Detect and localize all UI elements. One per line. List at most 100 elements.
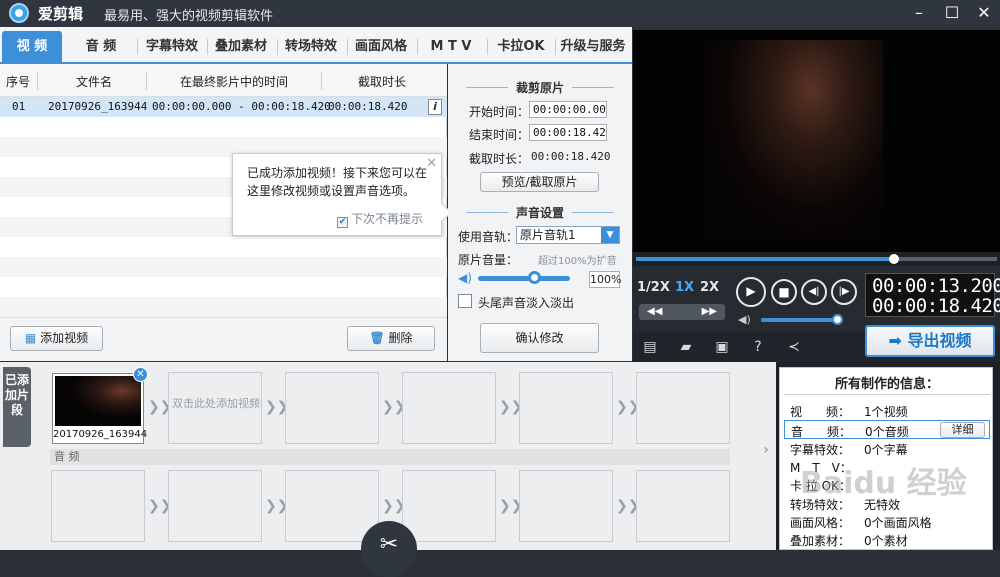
speed-half-button[interactable]: 1/2X xyxy=(637,280,670,295)
remove-clip-icon[interactable]: ✕ xyxy=(133,367,148,382)
player-volume-handle[interactable] xyxy=(832,314,843,325)
minimize-button[interactable]: – xyxy=(905,2,933,24)
volume-percent-input[interactable]: 100% xyxy=(589,271,621,288)
header-filename: 文件名 xyxy=(76,75,113,89)
export-video-button[interactable]: ➡ 导出视频 xyxy=(865,325,995,357)
row-filename: 20170926_163944 xyxy=(48,100,148,113)
arrow-right-icon: ❯❯ xyxy=(616,399,640,415)
empty-slot[interactable] xyxy=(636,372,730,444)
preview-clip-button[interactable]: 预览/截取原片 xyxy=(480,172,599,192)
volume-label: 原片音量： xyxy=(458,253,519,267)
collapse-panel-icon[interactable]: › xyxy=(759,442,773,470)
fast-forward-icon: ▶▶ xyxy=(701,306,717,317)
audio-track-header: 音 频 xyxy=(50,449,730,465)
add-video-button[interactable]: ▦ 添加视频 xyxy=(10,326,103,351)
arrow-right-icon: ❯❯ xyxy=(148,498,172,514)
tab-picture-style[interactable]: 画面风格 xyxy=(349,31,413,62)
speed-normal-button[interactable]: 1X xyxy=(675,280,694,295)
timeline-clip[interactable]: 20170926_163944 xyxy=(52,373,148,444)
track-label: 使用音轨： xyxy=(458,230,519,244)
tab-upgrade-service[interactable]: 升级与服务 xyxy=(557,31,629,62)
maximize-button[interactable]: ☐ xyxy=(938,2,966,24)
scissors-icon[interactable]: ✂ xyxy=(361,521,417,577)
row-time-range: 00:00:00.000 - 00:00:18.420 xyxy=(152,100,331,113)
info-key: 叠加素材： xyxy=(790,534,851,548)
end-time-input[interactable] xyxy=(529,124,607,141)
info-key: 视 频： xyxy=(790,405,851,419)
audio-slot[interactable] xyxy=(402,470,496,542)
player-volume-slider[interactable] xyxy=(761,318,837,322)
table-row xyxy=(0,297,447,317)
speed-double-button[interactable]: 2X xyxy=(700,280,719,295)
audio-slot[interactable] xyxy=(285,470,379,542)
sound-section-title: 声音设置 xyxy=(448,204,632,221)
share-icon[interactable]: ≺ xyxy=(785,338,803,356)
player-volume-icon: ◀) xyxy=(738,313,751,326)
film-add-icon: ▦ xyxy=(24,331,37,345)
tab-mtv[interactable]: M T V xyxy=(419,31,483,62)
duration-value: 00:00:18.420 xyxy=(531,150,611,163)
video-preview[interactable] xyxy=(633,30,1000,252)
info-title: 所有制作的信息： xyxy=(834,377,939,392)
fade-label: 头尾声音淡入淡出 xyxy=(478,296,575,310)
trash-icon: 🗑 xyxy=(369,331,385,345)
confirm-changes-button[interactable]: 确认修改 xyxy=(480,323,599,353)
new-project-icon[interactable]: ▤ xyxy=(641,338,659,356)
empty-slot[interactable] xyxy=(285,372,379,444)
arrow-right-icon: ❯❯ xyxy=(382,498,406,514)
table-row[interactable]: 01 20170926_163944 00:00:00.000 - 00:00:… xyxy=(0,97,447,117)
delete-button[interactable]: 🗑 删除 xyxy=(347,326,435,351)
info-value: 0个素材 xyxy=(864,534,908,548)
added-clips-tab[interactable]: 已添加片段 xyxy=(3,367,31,447)
empty-slot[interactable] xyxy=(402,372,496,444)
tab-subtitle-effects[interactable]: 字幕特效 xyxy=(140,31,204,62)
add-video-label: 添加视频 xyxy=(40,331,89,345)
audio-slot[interactable] xyxy=(519,470,613,542)
help-icon[interactable]: ? xyxy=(749,338,767,356)
title-bar: 爱剪辑 最易用、强大的视频剪辑软件 – ☐ ✕ xyxy=(0,0,1000,27)
arrow-right-icon: ❯❯ xyxy=(499,399,523,415)
audio-detail-button[interactable]: 详细 xyxy=(940,422,985,438)
tab-video[interactable]: 视 频 xyxy=(2,31,62,62)
jog-slider[interactable]: ◀◀ ▶▶ xyxy=(639,304,725,320)
seek-progress xyxy=(636,257,894,261)
volume-slider-handle[interactable] xyxy=(528,271,541,284)
seek-handle[interactable] xyxy=(889,254,899,264)
stop-button[interactable]: ■ xyxy=(771,279,797,305)
info-row-overlay: 叠加素材： 0个素材 xyxy=(784,530,990,549)
production-info-panel: 所有制作的信息： 视 频： 1个视频 音 频： 0个音频 详细 字幕特效： 0个字幕 … xyxy=(776,362,1000,550)
tab-overlay[interactable]: 叠加素材 xyxy=(209,31,273,62)
audio-slot[interactable] xyxy=(636,470,730,542)
arrow-right-icon: ❯❯ xyxy=(148,399,172,415)
table-row xyxy=(0,237,447,257)
info-row-audio: 音 频： 0个音频 详细 xyxy=(784,420,990,439)
audio-track-select[interactable]: 原片音轨1 ▼ xyxy=(516,226,620,244)
speaker-icon: ◀) xyxy=(458,271,472,285)
export-label: 导出视频 xyxy=(907,331,972,350)
next-frame-button[interactable]: |▶ xyxy=(831,279,857,305)
seek-bar[interactable] xyxy=(633,252,1000,266)
fade-checkbox[interactable] xyxy=(458,294,472,308)
play-button[interactable]: ▶ xyxy=(736,277,766,307)
dont-show-again-checkbox[interactable]: ✔ 下次不再提示 xyxy=(337,210,423,228)
duration-label: 截取时长： xyxy=(469,152,530,166)
tab-audio[interactable]: 音 频 xyxy=(72,31,130,62)
start-time-input[interactable] xyxy=(529,101,607,118)
close-button[interactable]: ✕ xyxy=(970,2,998,24)
info-icon[interactable]: i xyxy=(428,99,442,115)
previous-frame-button[interactable]: ◀| xyxy=(801,279,827,305)
volume-slider[interactable] xyxy=(478,276,570,281)
tab-transitions[interactable]: 转场特效 xyxy=(279,31,343,62)
total-time: 00:00:18.420 xyxy=(872,295,1000,317)
open-folder-icon[interactable]: ▰ xyxy=(677,338,695,356)
audio-slot[interactable] xyxy=(51,470,145,542)
empty-slot[interactable] xyxy=(519,372,613,444)
add-video-slot[interactable]: 双击此处添加视频 xyxy=(168,372,262,444)
export-icon: ➡ xyxy=(888,331,902,350)
track-value: 原片音轨1 xyxy=(520,228,576,242)
clip-thumbnail xyxy=(55,376,141,426)
clip-name: 20170926_163944 xyxy=(53,429,148,440)
save-icon[interactable]: ▣ xyxy=(713,338,731,356)
audio-slot[interactable] xyxy=(168,470,262,542)
tab-karaoke[interactable]: 卡拉OK xyxy=(489,31,553,62)
